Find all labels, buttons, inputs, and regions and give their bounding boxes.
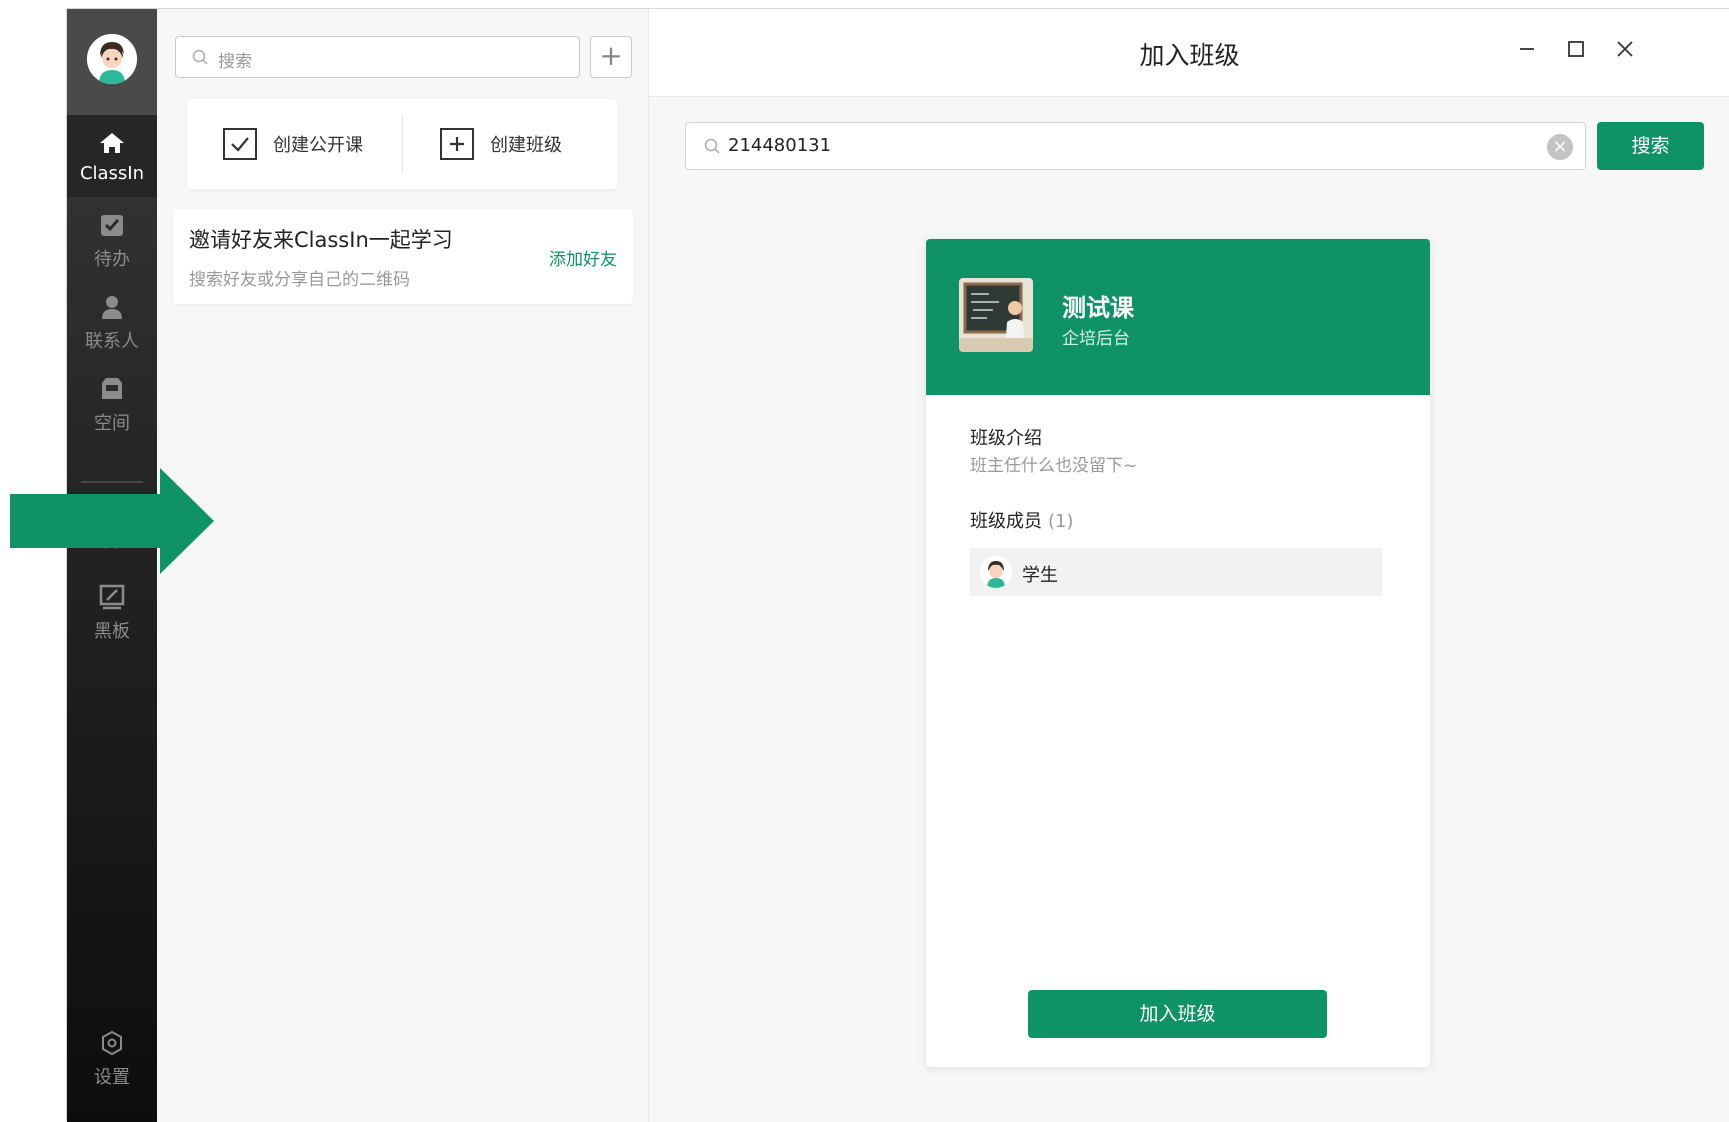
- add-friend-link[interactable]: 添加好友: [549, 245, 617, 270]
- search-icon: [704, 138, 720, 154]
- clear-input-icon[interactable]: ×: [1547, 134, 1573, 160]
- nav-item-label: 待办: [94, 249, 130, 270]
- plus-square-icon: [440, 128, 474, 160]
- nav-item-settings[interactable]: 设置: [67, 1015, 157, 1097]
- nav-item-todo[interactable]: 待办: [67, 197, 157, 279]
- member-name: 学生: [1022, 565, 1058, 586]
- nav-item-classin[interactable]: ClassIn: [67, 115, 157, 197]
- intro-text: 班主任什么也没留下~: [970, 456, 1138, 476]
- minimize-icon[interactable]: [1515, 37, 1539, 61]
- search-input[interactable]: 搜索: [175, 36, 580, 78]
- nav-item-blackboard[interactable]: 黑板: [67, 569, 157, 651]
- user-avatar[interactable]: [87, 34, 137, 84]
- close-icon[interactable]: [1613, 37, 1637, 61]
- create-public-lesson-button[interactable]: 创建公开课: [223, 127, 363, 161]
- join-class-button[interactable]: 加入班级: [1028, 990, 1327, 1038]
- todo-icon: [101, 215, 123, 236]
- nav-item-label: 空间: [94, 413, 130, 434]
- members-heading: 班级成员 (1): [970, 507, 1074, 533]
- invite-title: 邀请好友来ClassIn一起学习: [189, 228, 453, 252]
- members-label: 班级成员: [970, 511, 1042, 532]
- middle-panel: 搜索 + 创建公开课 创建班级 邀请好友来ClassIn一起学习 搜索好友或分享…: [157, 9, 649, 1122]
- avatar: [980, 556, 1012, 588]
- class-org: 企培后台: [1062, 329, 1130, 349]
- title-bar: 加入班级: [649, 9, 1729, 97]
- gear-icon: [102, 1030, 122, 1056]
- contacts-icon: [102, 296, 122, 319]
- search-icon: [192, 49, 208, 65]
- blackboard-icon: [99, 584, 125, 610]
- nav-item-label: 黑板: [94, 621, 130, 642]
- create-public-lesson-label: 创建公开课: [273, 135, 363, 156]
- search-placeholder: 搜索: [218, 52, 252, 72]
- intro-label: 班级介绍: [970, 428, 1042, 449]
- nav-item-space[interactable]: 空间: [67, 361, 157, 443]
- space-icon: [102, 378, 122, 399]
- checkbox-icon: [223, 128, 257, 160]
- plus-icon: +: [599, 39, 623, 72]
- class-id-search-field[interactable]: 214480131 ×: [685, 122, 1586, 170]
- search-button[interactable]: 搜索: [1597, 122, 1704, 170]
- invite-subtitle: 搜索好友或分享自己的二维码: [189, 270, 410, 290]
- class-card-header: 测试课 企培后台: [926, 239, 1430, 395]
- home-icon: [100, 133, 124, 153]
- search-value: 214480131: [728, 135, 832, 156]
- class-name: 测试课: [1062, 294, 1134, 322]
- invite-card: 邀请好友来ClassIn一起学习 搜索好友或分享自己的二维码 添加好友: [173, 209, 633, 304]
- classin-window: ClassIn 待办 联系人 空间 黑板 设置 搜索 + 创建公开课 创建班级 …: [66, 8, 1729, 1122]
- create-class-label: 创建班级: [490, 135, 562, 156]
- class-card: 测试课 企培后台 班级介绍 班主任什么也没留下~ 班级成员 (1) 学生 加入班…: [926, 239, 1430, 1067]
- add-button[interactable]: +: [590, 36, 632, 78]
- create-card: 创建公开课 创建班级: [187, 99, 617, 189]
- join-class-panel: 加入班级 214480131 × 搜索 测试课 企培后台 班级介绍 班主任什么也…: [649, 9, 1729, 1122]
- create-class-button[interactable]: 创建班级: [440, 127, 562, 161]
- maximize-icon[interactable]: [1564, 37, 1588, 61]
- members-count: (1): [1048, 511, 1074, 532]
- nav-item-label: 设置: [94, 1067, 130, 1088]
- arrow-right-icon: [10, 468, 214, 574]
- nav-item-contacts[interactable]: 联系人: [67, 279, 157, 361]
- create-divider: [402, 117, 403, 171]
- nav-item-label: ClassIn: [79, 163, 145, 184]
- member-row: 学生: [970, 548, 1382, 596]
- nav-item-label: 联系人: [85, 331, 139, 352]
- class-thumbnail: [959, 278, 1033, 352]
- nav-profile-area: [67, 9, 157, 115]
